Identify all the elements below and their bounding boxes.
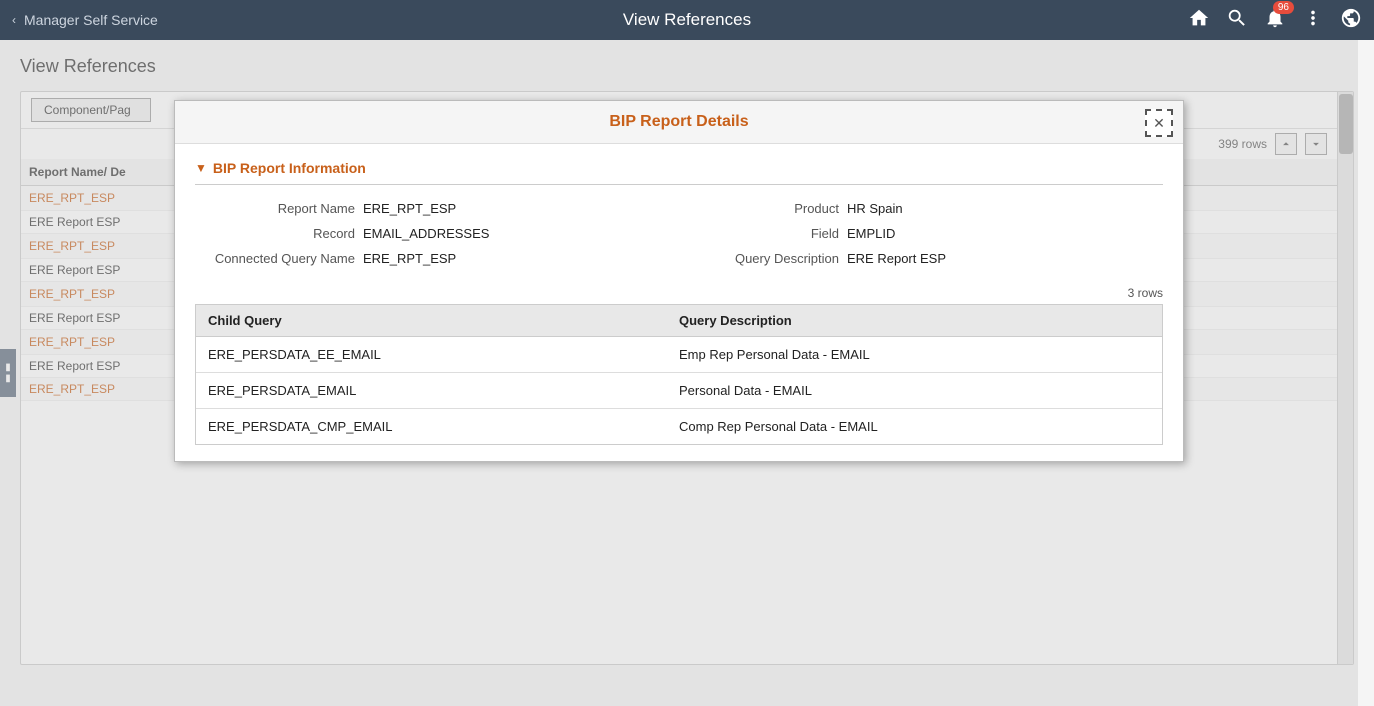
child-table-row: ERE_PERSDATA_EMAIL Personal Data - EMAIL — [196, 373, 1162, 409]
info-left-col-3: Connected Query Name ERE_RPT_ESP — [195, 251, 679, 266]
back-nav-label: Manager Self Service — [24, 12, 158, 28]
connected-query-label: Connected Query Name — [195, 251, 355, 266]
back-nav[interactable]: ‹ Manager Self Service — [12, 12, 158, 28]
child-query-cell: ERE_PERSDATA_EMAIL — [208, 383, 679, 398]
modal-close-button[interactable]: ✕ — [1145, 109, 1173, 137]
query-desc-label: Query Description — [679, 251, 839, 266]
connected-query-value: ERE_RPT_ESP — [363, 251, 456, 266]
top-navigation: ‹ Manager Self Service View References 9… — [0, 0, 1374, 40]
info-grid: Report Name ERE_RPT_ESP Product HR Spain — [195, 201, 1163, 266]
child-query-table: Child Query Query Description ERE_PERSDA… — [195, 304, 1163, 445]
notification-count: 96 — [1273, 1, 1294, 14]
child-table-row: ERE_PERSDATA_EE_EMAIL Emp Rep Personal D… — [196, 337, 1162, 373]
home-button[interactable] — [1188, 7, 1210, 34]
more-options-button[interactable] — [1302, 7, 1324, 34]
search-button[interactable] — [1226, 7, 1248, 34]
info-left-col-2: Record EMAIL_ADDRESSES — [195, 226, 679, 241]
child-query-col-header: Child Query — [208, 313, 679, 328]
section-triangle-icon: ▼ — [195, 161, 207, 175]
child-table-header: Child Query Query Description — [196, 305, 1162, 337]
product-label: Product — [679, 201, 839, 216]
product-row: Product HR Spain — [679, 201, 1163, 216]
modal-title: BIP Report Details — [609, 113, 748, 130]
child-table-row: ERE_PERSDATA_CMP_EMAIL Comp Rep Personal… — [196, 409, 1162, 444]
record-label: Record — [195, 226, 355, 241]
modal-body: ▼ BIP Report Information Report Name ERE… — [175, 144, 1183, 461]
query-desc-cell: Comp Rep Personal Data - EMAIL — [679, 419, 1150, 434]
back-chevron-icon: ‹ — [12, 13, 16, 27]
page-content: ▮▮ View References Component/Pag 399 row… — [0, 40, 1374, 706]
info-right-col-2: Field EMPLID — [679, 226, 1163, 241]
notification-button[interactable]: 96 — [1264, 7, 1286, 34]
record-row: Record EMAIL_ADDRESSES — [195, 226, 679, 241]
record-value: EMAIL_ADDRESSES — [363, 226, 489, 241]
bip-report-modal: BIP Report Details ✕ ▼ BIP Report Inform… — [174, 100, 1184, 462]
page-header-title: View References — [623, 10, 751, 30]
child-table-rows-count: 3 rows — [195, 286, 1163, 300]
product-value: HR Spain — [847, 201, 903, 216]
query-desc-col-header: Query Description — [679, 313, 1150, 328]
info-right-col: Product HR Spain — [679, 201, 1163, 216]
field-label: Field — [679, 226, 839, 241]
report-name-value: ERE_RPT_ESP — [363, 201, 456, 216]
section-title: BIP Report Information — [213, 160, 366, 176]
query-desc-row: Query Description ERE Report ESP — [679, 251, 1163, 266]
modal-header: BIP Report Details ✕ — [175, 101, 1183, 144]
info-left-col: Report Name ERE_RPT_ESP — [195, 201, 679, 216]
modal-overlay: BIP Report Details ✕ ▼ BIP Report Inform… — [0, 40, 1358, 706]
info-right-col-3: Query Description ERE Report ESP — [679, 251, 1163, 266]
section-header: ▼ BIP Report Information — [195, 160, 1163, 185]
query-desc-cell: Emp Rep Personal Data - EMAIL — [679, 347, 1150, 362]
child-query-cell: ERE_PERSDATA_EE_EMAIL — [208, 347, 679, 362]
child-query-cell: ERE_PERSDATA_CMP_EMAIL — [208, 419, 679, 434]
connected-query-row: Connected Query Name ERE_RPT_ESP — [195, 251, 679, 266]
field-value: EMPLID — [847, 226, 895, 241]
globe-button[interactable] — [1340, 7, 1362, 34]
nav-actions: 96 — [1188, 7, 1362, 34]
close-icon: ✕ — [1153, 115, 1165, 132]
query-desc-value: ERE Report ESP — [847, 251, 946, 266]
report-name-label: Report Name — [195, 201, 355, 216]
query-desc-cell: Personal Data - EMAIL — [679, 383, 1150, 398]
report-name-row: Report Name ERE_RPT_ESP — [195, 201, 679, 216]
field-row: Field EMPLID — [679, 226, 1163, 241]
